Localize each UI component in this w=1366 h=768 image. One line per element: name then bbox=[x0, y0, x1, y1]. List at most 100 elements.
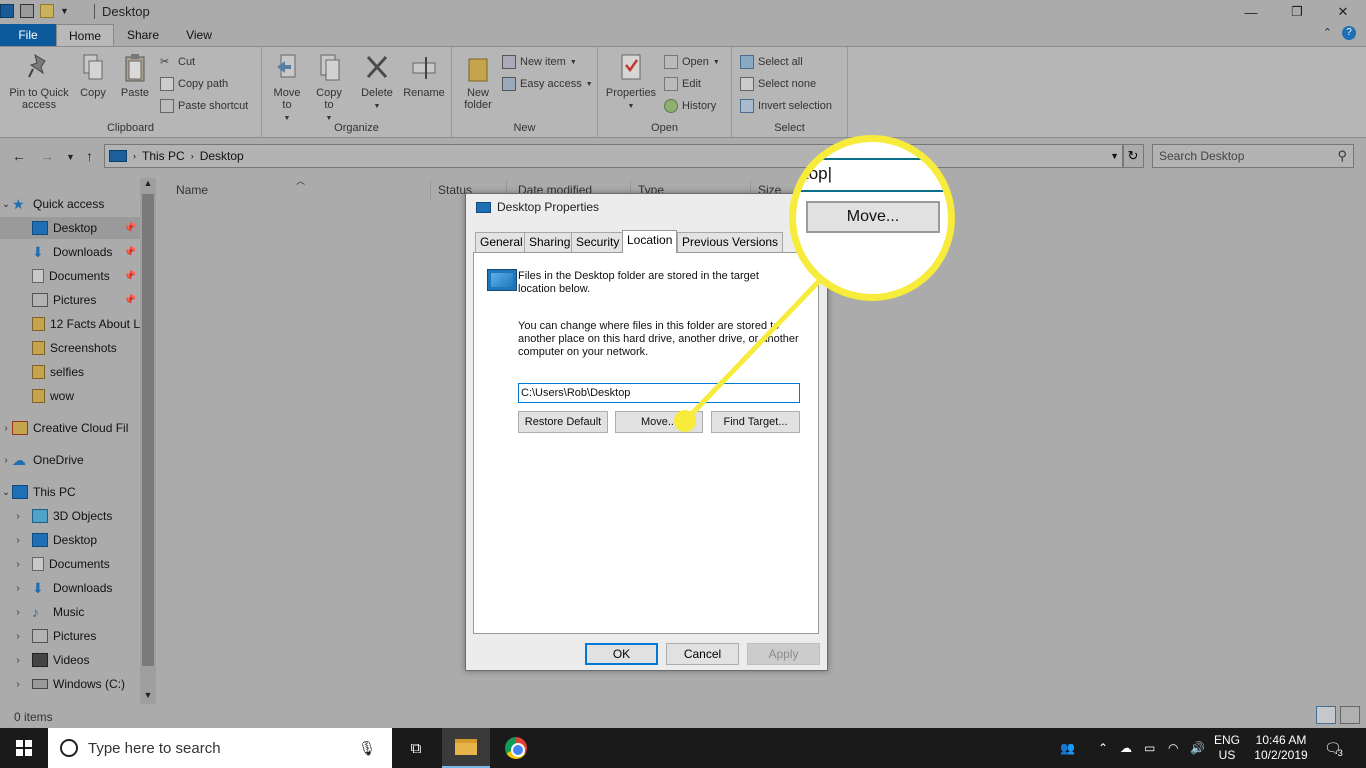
nav-item-pictures[interactable]: Pictures 📌 bbox=[0, 289, 140, 311]
pin-quick-access-button[interactable]: Pin to Quick access bbox=[6, 53, 72, 111]
nav-scrollbar[interactable]: ▲ ▼ bbox=[140, 178, 156, 704]
new-folder-button[interactable]: New folder bbox=[460, 53, 496, 111]
move-to-button[interactable]: Move to ▼ bbox=[270, 53, 304, 125]
new-item-button[interactable]: New item ▼ bbox=[502, 55, 577, 69]
recent-locations-chevron-icon[interactable]: ▼ bbox=[66, 152, 75, 162]
tab-security[interactable]: Security bbox=[571, 232, 625, 252]
help-icon[interactable]: ? bbox=[1342, 26, 1356, 40]
microphone-icon[interactable]: 🎙 bbox=[358, 740, 376, 757]
edit-button[interactable]: Edit bbox=[664, 77, 701, 91]
nav-pc-pictures[interactable]: › Pictures bbox=[0, 625, 140, 647]
refresh-icon[interactable]: ↻ bbox=[1122, 144, 1144, 168]
find-target-button[interactable]: Find Target... bbox=[711, 411, 800, 433]
pin-icon[interactable]: 📌 bbox=[124, 295, 136, 306]
nav-this-pc[interactable]: ⌄ This PC bbox=[0, 481, 140, 503]
nav-pc-downloads[interactable]: › ⬇ Downloads bbox=[0, 577, 140, 599]
collapse-ribbon-icon[interactable]: ⌃ bbox=[1323, 26, 1332, 40]
collapsed-caret-icon[interactable]: › bbox=[12, 535, 24, 546]
file-explorer-taskbar-icon[interactable] bbox=[442, 728, 490, 768]
ok-button[interactable]: OK bbox=[585, 643, 658, 665]
close-button[interactable]: ✕ bbox=[1320, 0, 1366, 24]
delete-button[interactable]: Delete ▼ bbox=[358, 53, 396, 113]
minimize-button[interactable]: — bbox=[1228, 0, 1274, 24]
rename-button[interactable]: Rename bbox=[402, 53, 446, 99]
cut-button[interactable]: ✂ Cut bbox=[160, 55, 195, 69]
expanded-caret-icon[interactable]: ⌄ bbox=[0, 199, 12, 210]
action-center-icon[interactable]: 🗨 3 bbox=[1324, 728, 1343, 768]
start-button[interactable] bbox=[0, 728, 48, 768]
back-arrow-icon[interactable]: ← bbox=[12, 148, 26, 164]
history-button[interactable]: History bbox=[664, 99, 716, 113]
collapsed-caret-icon[interactable]: › bbox=[0, 423, 12, 434]
collapsed-caret-icon[interactable]: › bbox=[12, 583, 24, 594]
column-divider[interactable] bbox=[430, 180, 431, 200]
easy-access-button[interactable]: Easy access ▼ bbox=[502, 77, 593, 91]
collapsed-caret-icon[interactable]: › bbox=[12, 655, 24, 666]
collapsed-caret-icon[interactable]: › bbox=[0, 455, 12, 466]
scroll-down-arrow-icon[interactable]: ▼ bbox=[140, 690, 156, 704]
new-folder-qat-icon[interactable] bbox=[40, 4, 54, 18]
volume-icon[interactable]: 🔊 bbox=[1190, 728, 1205, 768]
nav-pc-desktop[interactable]: › Desktop bbox=[0, 529, 140, 551]
tab-general[interactable]: General bbox=[475, 232, 528, 252]
open-button[interactable]: Open ▼ bbox=[664, 55, 720, 69]
qat-dropdown-icon[interactable]: ▼ bbox=[60, 6, 69, 16]
task-view-icon[interactable]: ⧉ bbox=[392, 728, 440, 768]
search-input[interactable]: Search Desktop ⚲ bbox=[1152, 144, 1354, 168]
tab-sharing[interactable]: Sharing bbox=[524, 232, 576, 252]
forward-arrow-icon[interactable]: → bbox=[40, 148, 54, 164]
expanded-caret-icon[interactable]: ⌄ bbox=[0, 487, 12, 498]
pin-icon[interactable]: 📌 bbox=[124, 271, 136, 282]
select-all-button[interactable]: Select all bbox=[740, 55, 803, 69]
restore-button[interactable]: ❐ bbox=[1274, 0, 1320, 24]
nav-pc-music[interactable]: › ♪ Music bbox=[0, 601, 140, 623]
address-field[interactable]: › This PC › Desktop ▼ bbox=[104, 144, 1124, 168]
collapsed-caret-icon[interactable]: › bbox=[12, 511, 24, 522]
details-view-icon[interactable] bbox=[1316, 706, 1336, 724]
nav-item-screenshots[interactable]: Screenshots bbox=[0, 337, 140, 359]
breadcrumb-chevron-icon[interactable]: › bbox=[133, 151, 136, 161]
show-hidden-icons-chevron-icon[interactable]: ⌃ bbox=[1098, 728, 1108, 768]
people-icon[interactable]: 👥 bbox=[1060, 728, 1075, 768]
nav-pc-windows-c[interactable]: › Windows (C:) bbox=[0, 673, 140, 695]
copy-to-button[interactable]: Copy to ▼ bbox=[312, 53, 346, 125]
invert-selection-button[interactable]: Invert selection bbox=[740, 99, 832, 113]
properties-button[interactable]: Properties ▼ bbox=[604, 53, 658, 113]
chrome-taskbar-icon[interactable] bbox=[492, 728, 540, 768]
select-none-button[interactable]: Select none bbox=[740, 77, 816, 91]
nav-item-downloads[interactable]: ⬇ Downloads 📌 bbox=[0, 241, 140, 263]
tab-file[interactable]: File bbox=[0, 24, 56, 46]
tab-location[interactable]: Location bbox=[622, 230, 678, 253]
address-dropdown-icon[interactable]: ▼ bbox=[1110, 151, 1119, 161]
collapsed-caret-icon[interactable]: › bbox=[12, 631, 24, 642]
wifi-icon[interactable]: ◠ bbox=[1168, 728, 1178, 768]
pin-icon[interactable]: 📌 bbox=[124, 247, 136, 258]
tab-previous-versions[interactable]: Previous Versions bbox=[677, 232, 784, 252]
scroll-up-arrow-icon[interactable]: ▲ bbox=[140, 178, 156, 192]
target-path-input[interactable]: C:\Users\Rob\Desktop bbox=[518, 383, 800, 403]
breadcrumb-this-pc[interactable]: This PC bbox=[142, 149, 185, 163]
nav-item-documents[interactable]: Documents 📌 bbox=[0, 265, 140, 287]
properties-qat-icon[interactable] bbox=[20, 4, 34, 18]
paste-shortcut-button[interactable]: Paste shortcut bbox=[160, 99, 248, 113]
up-arrow-icon[interactable]: ↑ bbox=[86, 148, 93, 164]
breadcrumb-chevron-icon[interactable]: › bbox=[191, 151, 194, 161]
collapsed-caret-icon[interactable]: › bbox=[12, 559, 24, 570]
nav-quick-access[interactable]: ⌄ ★ Quick access bbox=[0, 193, 140, 215]
scrollbar-thumb[interactable] bbox=[142, 194, 154, 666]
collapsed-caret-icon[interactable]: › bbox=[12, 607, 24, 618]
onedrive-cloud-icon[interactable]: ☁ bbox=[1120, 728, 1132, 768]
tab-view[interactable]: View bbox=[172, 24, 226, 46]
collapsed-caret-icon[interactable]: › bbox=[12, 679, 24, 690]
nav-onedrive[interactable]: › ☁ OneDrive bbox=[0, 449, 140, 471]
nav-creative-cloud[interactable]: › Creative Cloud Fil bbox=[0, 417, 140, 439]
copy-button[interactable]: Copy bbox=[76, 53, 110, 99]
language-indicator[interactable]: ENG US bbox=[1212, 733, 1242, 763]
taskbar-search-box[interactable]: Type here to search 🎙 bbox=[48, 728, 392, 768]
pin-icon[interactable]: 📌 bbox=[124, 223, 136, 234]
nav-pc-documents[interactable]: › Documents bbox=[0, 553, 140, 575]
breadcrumb-desktop[interactable]: Desktop bbox=[200, 149, 244, 163]
restore-default-button[interactable]: Restore Default bbox=[518, 411, 608, 433]
copy-path-button[interactable]: Copy path bbox=[160, 77, 228, 91]
nav-pc-videos[interactable]: › Videos bbox=[0, 649, 140, 671]
